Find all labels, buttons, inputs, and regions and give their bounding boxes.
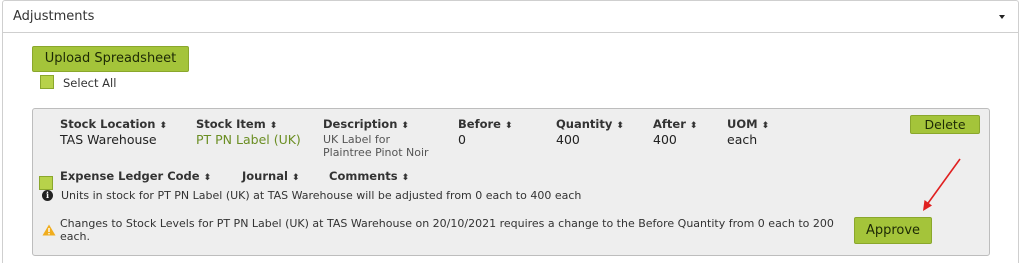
info-message: i Units in stock for PT PN Label (UK) at… <box>42 189 581 202</box>
column-header-expense-ledger-code[interactable]: Expense Ledger Code ⬍ <box>60 169 211 183</box>
panel-title: Adjustments <box>13 9 95 24</box>
row-checkbox[interactable] <box>39 176 53 190</box>
column-header-after[interactable]: After ⬍ <box>653 117 697 131</box>
column-header-comments[interactable]: Comments ⬍ <box>329 169 409 183</box>
column-after: After ⬍ 400 <box>653 117 697 147</box>
column-stock-location: Stock Location ⬍ TAS Warehouse <box>60 117 167 147</box>
sort-icon[interactable]: ⬍ <box>616 121 624 131</box>
approve-button[interactable]: Approve <box>854 217 932 244</box>
upload-spreadsheet-button[interactable]: Upload Spreadsheet <box>32 46 189 72</box>
column-header-stock-item[interactable]: Stock Item ⬍ <box>196 117 301 131</box>
select-all-checkbox[interactable] <box>40 75 54 89</box>
stock-item-link[interactable]: PT PN Label (UK) <box>196 133 301 147</box>
uom-value: each <box>727 132 758 147</box>
column-header-quantity[interactable]: Quantity ⬍ <box>556 117 624 131</box>
warning-message-text: Changes to Stock Levels for PT PN Label … <box>60 217 834 243</box>
red-arrow-annotation <box>923 158 961 211</box>
info-message-text: Units in stock for PT PN Label (UK) at T… <box>61 189 582 202</box>
sort-icon[interactable]: ⬍ <box>292 173 300 183</box>
column-header-stock-location[interactable]: Stock Location ⬍ <box>60 117 167 131</box>
select-all-label: Select All <box>63 76 117 90</box>
sort-icon[interactable]: ⬍ <box>401 121 409 131</box>
sort-icon[interactable]: ⬍ <box>690 121 698 131</box>
caret-down-icon[interactable] <box>999 15 1005 19</box>
info-icon: i <box>42 190 53 201</box>
column-before: Before ⬍ 0 <box>458 117 513 147</box>
after-value: 400 <box>653 132 677 147</box>
column-uom: UOM ⬍ each <box>727 117 769 147</box>
quantity-value: 400 <box>556 132 580 147</box>
before-value: 0 <box>458 132 466 147</box>
sort-icon[interactable]: ⬍ <box>762 121 770 131</box>
stock-location-value: TAS Warehouse <box>60 132 157 147</box>
panel-header[interactable]: Adjustments <box>3 1 1018 33</box>
column-header-before[interactable]: Before ⬍ <box>458 117 513 131</box>
sort-icon[interactable]: ⬍ <box>159 121 167 131</box>
column-header-description[interactable]: Description ⬍ <box>323 117 433 131</box>
column-description: Description ⬍ UK Label for Plaintree Pino… <box>323 117 433 159</box>
description-value: UK Label for Plaintree Pinot Noir <box>323 133 429 159</box>
column-header-journal[interactable]: Journal ⬍ <box>242 169 299 183</box>
warning-icon <box>42 224 56 236</box>
sort-icon[interactable]: ⬍ <box>204 173 212 183</box>
column-header-uom[interactable]: UOM ⬍ <box>727 117 769 131</box>
sort-icon[interactable]: ⬍ <box>402 173 410 183</box>
column-quantity: Quantity ⬍ 400 <box>556 117 624 147</box>
column-stock-item: Stock Item ⬍ PT PN Label (UK) <box>196 117 301 147</box>
sort-icon[interactable]: ⬍ <box>270 121 278 131</box>
delete-button[interactable]: Delete <box>910 115 980 134</box>
sort-icon[interactable]: ⬍ <box>505 121 513 131</box>
adjustment-card: Stock Location ⬍ TAS Warehouse Stock Item… <box>32 108 990 256</box>
